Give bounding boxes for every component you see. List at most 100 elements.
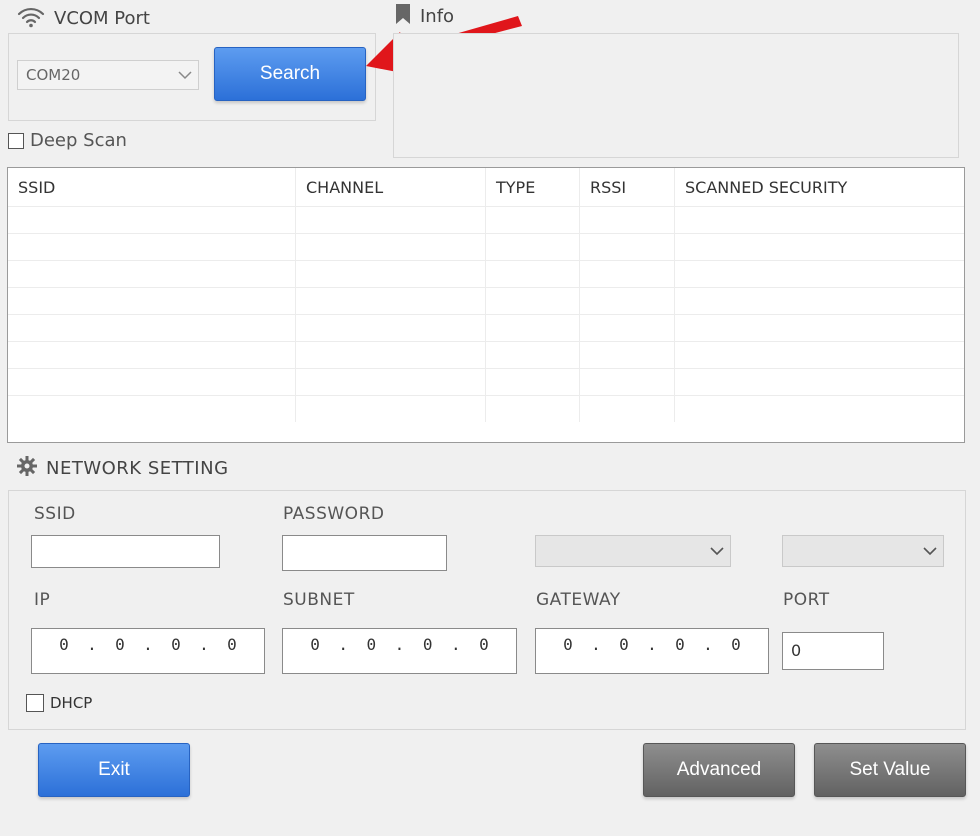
column-header-type[interactable]: TYPE bbox=[486, 168, 580, 206]
network-setting-group bbox=[8, 490, 966, 730]
table-cell bbox=[486, 315, 580, 341]
dhcp-checkbox[interactable] bbox=[26, 694, 44, 712]
table-row[interactable] bbox=[8, 341, 964, 368]
advanced-button-label: Advanced bbox=[676, 759, 762, 780]
exit-button-label: Exit bbox=[98, 759, 130, 780]
table-cell bbox=[675, 288, 958, 314]
column-header-rssi[interactable]: RSSI bbox=[580, 168, 675, 206]
table-body bbox=[8, 206, 964, 422]
subnet-label: SUBNET bbox=[283, 590, 355, 610]
search-button-label: Search bbox=[259, 63, 321, 84]
security-type-select[interactable] bbox=[535, 535, 731, 567]
table-cell bbox=[8, 207, 296, 233]
table-cell bbox=[8, 315, 296, 341]
scan-results-table[interactable]: SSID CHANNEL TYPE RSSI SCANNED SECURITY bbox=[7, 167, 965, 443]
table-cell bbox=[296, 261, 486, 287]
gateway-label: GATEWAY bbox=[536, 590, 621, 610]
password-input[interactable] bbox=[282, 535, 447, 571]
table-cell bbox=[675, 315, 958, 341]
table-cell bbox=[8, 234, 296, 260]
com-port-select[interactable]: COM20 bbox=[17, 60, 199, 90]
table-cell bbox=[675, 207, 958, 233]
subnet-input[interactable]: 0. 0. 0. 0 bbox=[282, 628, 517, 674]
table-row[interactable] bbox=[8, 287, 964, 314]
network-setting-title: NETWORK SETTING bbox=[46, 458, 229, 479]
table-cell bbox=[580, 396, 675, 422]
ip-label: IP bbox=[34, 590, 51, 610]
set-value-button[interactable]: Set Value bbox=[814, 743, 966, 797]
vcom-port-title: VCOM Port bbox=[54, 8, 150, 29]
exit-button[interactable]: Exit bbox=[38, 743, 190, 797]
deep-scan-checkbox-row[interactable]: Deep Scan bbox=[8, 130, 127, 151]
table-cell bbox=[486, 288, 580, 314]
table-cell bbox=[296, 234, 486, 260]
table-cell bbox=[296, 288, 486, 314]
table-cell bbox=[296, 396, 486, 422]
table-cell bbox=[486, 261, 580, 287]
chevron-down-icon bbox=[917, 546, 943, 556]
info-header: Info bbox=[394, 3, 454, 30]
ssid-input[interactable] bbox=[31, 535, 220, 568]
table-row[interactable] bbox=[8, 233, 964, 260]
com-port-value: COM20 bbox=[26, 66, 81, 84]
port-input[interactable]: 0 bbox=[782, 632, 884, 670]
column-header-scanned-security[interactable]: SCANNED SECURITY bbox=[675, 168, 958, 206]
table-cell bbox=[580, 369, 675, 395]
port-label: PORT bbox=[783, 590, 830, 610]
table-row[interactable] bbox=[8, 314, 964, 341]
table-cell bbox=[580, 207, 675, 233]
table-cell bbox=[675, 396, 958, 422]
table-cell bbox=[580, 261, 675, 287]
table-cell bbox=[486, 207, 580, 233]
table-cell bbox=[8, 369, 296, 395]
encryption-select[interactable] bbox=[782, 535, 944, 567]
table-cell bbox=[296, 369, 486, 395]
network-setting-header: NETWORK SETTING bbox=[16, 455, 229, 482]
ssid-label: SSID bbox=[34, 504, 76, 524]
info-panel bbox=[393, 33, 959, 158]
chevron-down-icon bbox=[704, 546, 730, 556]
deep-scan-checkbox[interactable] bbox=[8, 132, 24, 149]
table-cell bbox=[675, 369, 958, 395]
password-label: PASSWORD bbox=[283, 504, 385, 524]
table-cell bbox=[580, 234, 675, 260]
table-cell bbox=[296, 207, 486, 233]
chevron-down-icon bbox=[172, 70, 198, 80]
gateway-input[interactable]: 0. 0. 0. 0 bbox=[535, 628, 769, 674]
table-cell bbox=[8, 288, 296, 314]
wifi-icon bbox=[16, 4, 46, 33]
table-cell bbox=[580, 315, 675, 341]
advanced-button[interactable]: Advanced bbox=[643, 743, 795, 797]
table-cell bbox=[675, 261, 958, 287]
table-row[interactable] bbox=[8, 260, 964, 287]
table-cell bbox=[486, 342, 580, 368]
table-header: SSID CHANNEL TYPE RSSI SCANNED SECURITY bbox=[8, 168, 964, 206]
info-title: Info bbox=[420, 6, 455, 27]
table-row[interactable] bbox=[8, 206, 964, 233]
table-cell bbox=[296, 315, 486, 341]
table-cell bbox=[486, 396, 580, 422]
table-cell bbox=[8, 261, 296, 287]
set-value-button-label: Set Value bbox=[849, 759, 931, 780]
ip-address-input[interactable]: 0. 0. 0. 0 bbox=[31, 628, 265, 674]
table-cell bbox=[675, 342, 958, 368]
table-cell bbox=[486, 234, 580, 260]
table-cell bbox=[296, 342, 486, 368]
column-header-ssid[interactable]: SSID bbox=[8, 168, 296, 206]
dhcp-checkbox-row[interactable]: DHCP bbox=[26, 694, 92, 712]
table-row[interactable] bbox=[8, 395, 964, 422]
table-cell bbox=[8, 396, 296, 422]
search-button[interactable]: Search bbox=[214, 47, 366, 101]
gear-icon bbox=[16, 455, 38, 482]
table-row[interactable] bbox=[8, 368, 964, 395]
bookmark-icon bbox=[394, 3, 412, 30]
vcom-port-header: VCOM Port bbox=[16, 4, 150, 33]
table-cell bbox=[486, 369, 580, 395]
deep-scan-label: Deep Scan bbox=[30, 130, 127, 151]
table-cell bbox=[580, 288, 675, 314]
dhcp-label: DHCP bbox=[50, 694, 93, 712]
table-cell bbox=[675, 234, 958, 260]
table-cell bbox=[8, 342, 296, 368]
table-cell bbox=[580, 342, 675, 368]
column-header-channel[interactable]: CHANNEL bbox=[296, 168, 486, 206]
